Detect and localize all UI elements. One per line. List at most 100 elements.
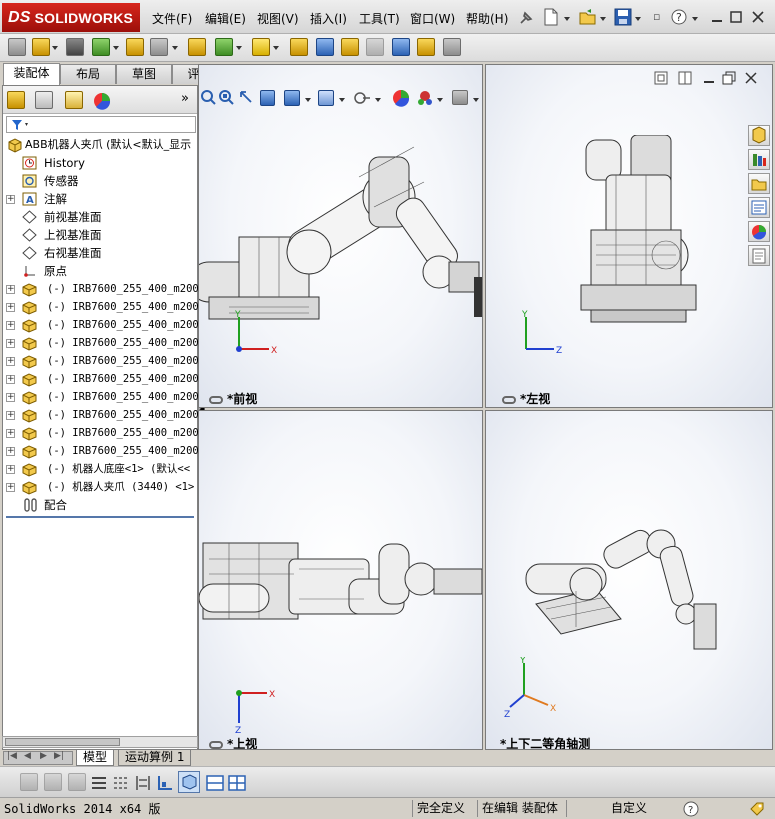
expand-toggle-icon[interactable]: + (6, 411, 15, 420)
lines-icon[interactable] (90, 774, 108, 792)
assembly-features-icon[interactable] (188, 38, 206, 56)
chevron-down-icon[interactable] (172, 46, 178, 50)
menu-file[interactable]: 文件(F) (152, 10, 192, 27)
clearance-verification-icon[interactable] (392, 38, 410, 56)
chevron-down-icon[interactable] (273, 46, 279, 50)
menu-window[interactable]: 窗口(W) (410, 10, 455, 27)
menu-edit[interactable]: 编辑(E) (205, 10, 246, 27)
restore-viewport-icon[interactable] (722, 71, 736, 85)
menu-view[interactable]: 视图(V) (257, 10, 299, 27)
expand-toggle-icon[interactable]: + (6, 465, 15, 474)
close-icon[interactable] (751, 10, 765, 24)
menu-help[interactable]: 帮助(H) (466, 10, 508, 27)
chevron-down-icon[interactable] (635, 17, 641, 21)
tab-sketch[interactable]: 草图 (116, 64, 172, 84)
align-icon[interactable] (134, 774, 152, 792)
new-document-icon[interactable] (543, 8, 559, 26)
expand-toggle-icon[interactable]: + (6, 375, 15, 384)
zoom-to-area-icon[interactable] (218, 89, 234, 107)
bill-of-materials-icon[interactable] (290, 38, 308, 56)
tab-model[interactable]: 模型 (76, 750, 115, 766)
chevron-down-icon[interactable] (113, 46, 119, 50)
tree-filter[interactable] (6, 116, 196, 133)
dashed-lines-icon[interactable] (112, 774, 130, 792)
expand-toggle-icon[interactable]: + (6, 339, 15, 348)
single-view-icon[interactable] (654, 71, 668, 85)
two-view-icon[interactable] (678, 71, 692, 85)
hole-alignment-icon[interactable] (417, 38, 435, 56)
expand-toggle-icon[interactable]: + (6, 303, 15, 312)
link-views-icon[interactable] (209, 395, 223, 404)
minimize-icon[interactable] (710, 10, 724, 24)
reference-geometry-icon[interactable] (215, 38, 233, 56)
scroll-first-icon[interactable]: |◀ (7, 751, 17, 761)
tree-item[interactable]: + A 注解 (3, 190, 197, 208)
chevron-down-icon[interactable] (600, 17, 606, 21)
tree-part-row[interactable]: + (-) IRB7600_255_400_m2000_ (3, 280, 211, 298)
chevron-down-icon[interactable] (564, 17, 570, 21)
zoom-to-fit-icon[interactable] (200, 89, 216, 107)
hide-show-items-icon[interactable] (354, 90, 372, 106)
minimize-viewport-icon[interactable] (702, 71, 716, 85)
chevron-down-icon[interactable] (473, 98, 479, 102)
view-settings-icon[interactable] (452, 90, 468, 105)
viewport-isometric[interactable]: Y X Z *上下二等角轴测 (485, 410, 773, 750)
show-components-icon[interactable] (20, 773, 38, 791)
filter-icon[interactable] (11, 119, 31, 131)
tree-root-assembly[interactable]: ABB机器人夹爪 (默认<默认_显示 (3, 136, 197, 154)
close-viewport-icon[interactable] (744, 71, 758, 85)
pin-icon[interactable] (517, 9, 535, 27)
tree-item[interactable]: 上视基准面 (3, 226, 197, 244)
apply-scene-icon[interactable] (416, 89, 434, 107)
view-orientation-icon[interactable] (284, 90, 300, 106)
show-hidden-icon[interactable] (150, 38, 168, 56)
chevron-down-icon[interactable] (52, 46, 58, 50)
layout-icon[interactable] (156, 774, 174, 792)
tree-part-row[interactable]: + (-) IRB7600_255_400_m2000_ (3, 442, 211, 460)
save-icon[interactable] (614, 8, 632, 26)
edit-appearance-icon[interactable] (392, 89, 410, 107)
custom-properties-icon[interactable] (748, 245, 770, 266)
chevron-down-icon[interactable] (437, 98, 443, 102)
mate-icon[interactable] (32, 38, 50, 56)
tree-part-row[interactable]: + (-) IRB7600_255_400_m2000_ (3, 334, 211, 352)
tree-part-row[interactable]: + (-) IRB7600_255_400_m2000_ (3, 298, 211, 316)
menu-tools[interactable]: 工具(T) (359, 10, 400, 27)
move-component-icon[interactable] (126, 38, 144, 56)
tab-scroll-controls[interactable]: |◀ ◀ ▶ ▶| (3, 751, 73, 765)
chevron-down-icon[interactable] (339, 98, 345, 102)
smart-fastener-icon[interactable] (66, 38, 84, 56)
four-viewport-icon[interactable] (228, 774, 246, 792)
solidworks-resources-icon[interactable] (748, 125, 770, 146)
tree-part-row[interactable]: + (-) IRB7600_255_400_m2000_ (3, 388, 211, 406)
property-manager-tab-icon[interactable] (35, 91, 53, 109)
link-views-icon[interactable] (502, 395, 516, 404)
expand-panel-icon[interactable]: » (181, 91, 189, 106)
viewport-left[interactable]: Y Z *左视 (485, 64, 773, 408)
help-icon[interactable]: ? (671, 8, 687, 26)
tree-part-row[interactable]: + (-) IRB7600_255_400_m2000_ (3, 352, 211, 370)
expand-toggle-icon[interactable]: + (6, 321, 15, 330)
tree-item[interactable]: 右视基准面 (3, 244, 197, 262)
viewport-front[interactable]: Y X *前视 (198, 64, 483, 408)
display-style-icon[interactable] (318, 90, 334, 106)
view-palette-icon[interactable] (748, 197, 770, 218)
section-view-icon[interactable] (260, 90, 275, 106)
new-motion-study-icon[interactable] (252, 38, 270, 56)
rebuild-tag-icon[interactable] (748, 800, 766, 818)
tree-part-row[interactable]: + (-) 机器人底座<1> (默认<< (3, 460, 197, 478)
status-units[interactable]: 自定义 (566, 800, 678, 817)
expand-toggle-icon[interactable]: + (6, 195, 15, 204)
display-manager-tab-icon[interactable] (92, 91, 112, 111)
exploded-view-icon[interactable] (316, 38, 334, 56)
tab-motion-study[interactable]: 运动算例 1 (118, 750, 192, 766)
expand-toggle-icon[interactable]: + (6, 357, 15, 366)
expand-toggle-icon[interactable]: + (6, 393, 15, 402)
open-folder-icon[interactable] (579, 8, 597, 26)
tree-rollback-bar[interactable] (6, 516, 194, 518)
tree-part-row[interactable]: + (-) 机器人夹爪 (3440) <1> (3, 478, 197, 496)
tree-horizontal-scrollbar[interactable] (2, 736, 198, 748)
interference-detection-icon[interactable] (366, 38, 384, 56)
feature-manager-tab-icon[interactable] (7, 91, 25, 109)
linear-pattern-icon[interactable] (92, 38, 110, 56)
